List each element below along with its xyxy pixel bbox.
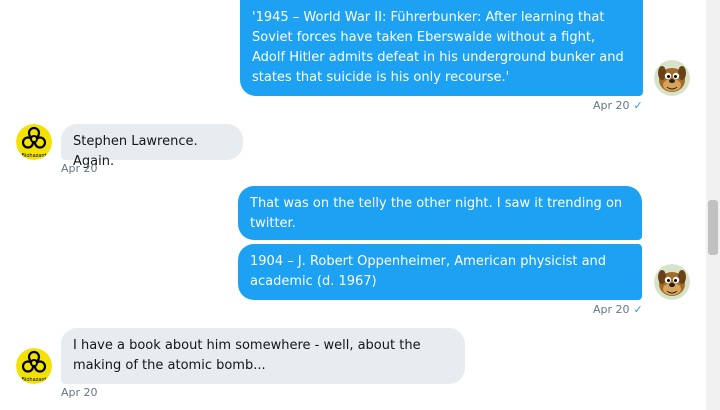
user-avatar[interactable] <box>654 264 690 300</box>
sent-message-bubble[interactable]: 1904 – J. Robert Oppenheimer, American p… <box>238 244 642 300</box>
biohazard-avatar-icon: Biohazard <box>16 124 52 160</box>
sent-message-bubble[interactable]: '1945 – World War II: Führerbunker: Afte… <box>240 0 643 96</box>
user-avatar[interactable] <box>654 60 690 96</box>
dog-avatar-icon <box>654 60 690 96</box>
received-message-bubble[interactable]: I have a book about him somewhere - well… <box>61 328 465 384</box>
received-message-bubble[interactable]: Stephen Lawrence. Again. <box>61 124 243 169</box>
message-timestamp: Apr 20 <box>61 386 98 399</box>
delivered-check-icon: ✓ <box>633 303 643 316</box>
other-user-avatar[interactable]: Biohazard <box>16 124 52 160</box>
delivered-check-icon: ✓ <box>633 99 643 112</box>
scrollbar-thumb[interactable] <box>708 200 718 255</box>
other-user-avatar[interactable]: Biohazard <box>16 348 52 384</box>
sent-message-bubble[interactable]: That was on the telly the other night. I… <box>238 186 642 240</box>
message-timestamp: Apr 20 <box>61 162 98 175</box>
svg-text:Biohazard: Biohazard <box>22 153 47 159</box>
dog-avatar-icon <box>654 264 690 300</box>
svg-text:Biohazard: Biohazard <box>22 377 47 383</box>
message-timestamp: Apr 20 ✓ <box>593 303 643 316</box>
biohazard-avatar-icon: Biohazard <box>16 348 52 384</box>
message-timestamp: Apr 20 ✓ <box>593 99 643 112</box>
